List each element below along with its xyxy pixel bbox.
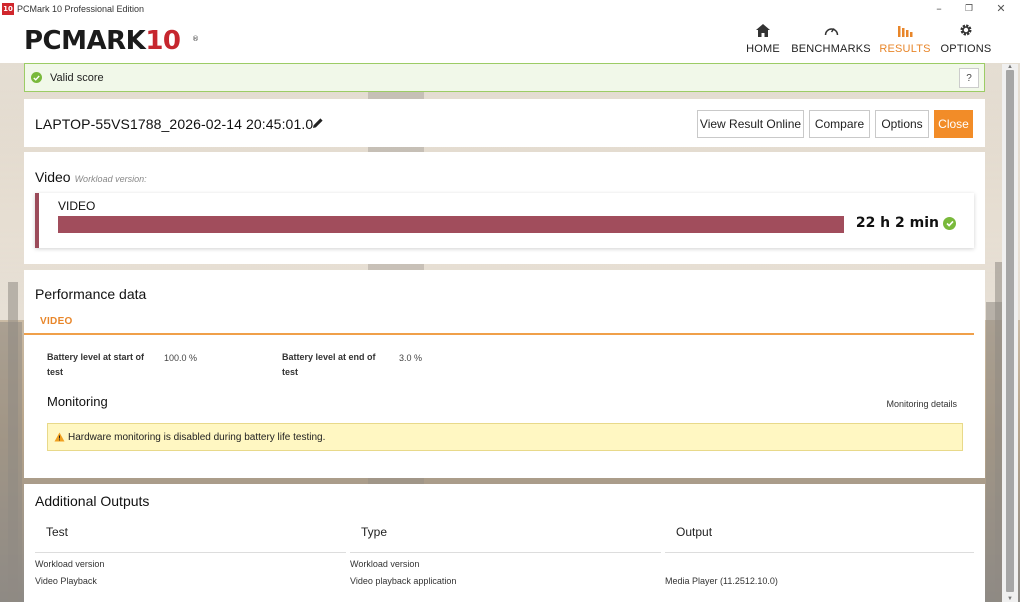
- performance-data-title: Performance data: [35, 286, 147, 302]
- column-header-output: Output: [676, 525, 713, 539]
- gear-icon: [959, 21, 973, 39]
- battery-start-label: Battery level at start of test: [47, 352, 145, 377]
- nav-options-label: OPTIONS: [940, 43, 992, 55]
- restore-button[interactable]: ❐: [954, 0, 984, 17]
- view-result-online-button[interactable]: View Result Online: [697, 110, 804, 138]
- warning-text: Hardware monitoring is disabled during b…: [68, 431, 326, 443]
- header-divider: [35, 552, 346, 553]
- video-section-title: Video Workload version:: [35, 169, 147, 185]
- monitoring-title: Monitoring: [47, 394, 108, 409]
- app-header: PCMARK10 ® HOME BENCHMARKS RESULTS OPTIO…: [0, 17, 1020, 63]
- close-window-button[interactable]: ✕: [986, 0, 1016, 17]
- help-button[interactable]: ?: [959, 68, 979, 88]
- vertical-scrollbar[interactable]: ▲ ▼: [1002, 64, 1018, 602]
- result-header-panel: LAPTOP-55VS1788_2026-02-14 20:45:01.0 Vi…: [24, 99, 985, 147]
- gauge-icon: [824, 21, 839, 39]
- battery-end-value: 3.0 %: [399, 353, 423, 363]
- column-header-test: Test: [46, 525, 69, 539]
- battery-start-value: 100.0 %: [164, 353, 198, 363]
- compare-button[interactable]: Compare: [809, 110, 870, 138]
- pencil-edit-icon[interactable]: [312, 116, 324, 134]
- column-header-type: Type: [361, 525, 388, 539]
- nav-benchmarks-label: BENCHMARKS: [791, 43, 871, 55]
- video-score-card: VIDEO 22 h 2 min: [35, 193, 974, 248]
- nav-results[interactable]: RESULTS: [879, 21, 930, 61]
- score-bar: [58, 216, 844, 233]
- nav-home[interactable]: HOME: [746, 21, 780, 61]
- pcmark-logo: PCMARK10 ®: [24, 26, 199, 56]
- window-titlebar: 10 PCMark 10 Professional Edition – ❐ ✕: [0, 0, 1020, 17]
- nav-results-label: RESULTS: [879, 43, 931, 55]
- app-icon: 10: [2, 2, 14, 15]
- table-cell: Workload version: [350, 559, 420, 569]
- nav-benchmarks[interactable]: BENCHMARKS: [791, 21, 871, 61]
- nav-home-label: HOME: [746, 43, 780, 55]
- valid-score-banner: Valid score ?: [24, 63, 985, 92]
- header-divider: [350, 552, 661, 553]
- video-score: 22 h 2 min: [856, 215, 956, 231]
- valid-score-text: Valid score: [50, 71, 104, 84]
- scrollbar-thumb[interactable]: [1006, 70, 1014, 592]
- options-button[interactable]: Options: [875, 110, 929, 138]
- tab-video[interactable]: VIDEO: [40, 316, 73, 327]
- monitoring-details-link[interactable]: Monitoring details: [886, 399, 957, 409]
- header-divider: [665, 552, 974, 553]
- score-card-label: VIDEO: [58, 199, 96, 213]
- checkmark-icon: [31, 72, 42, 83]
- window-title: PCMark 10 Professional Edition: [17, 3, 145, 14]
- table-cell: Media Player (11.2512.10.0): [665, 576, 778, 586]
- result-title: LAPTOP-55VS1788_2026-02-14 20:45:01.0: [35, 116, 314, 132]
- performance-tab-strip: VIDEO: [24, 309, 974, 335]
- home-icon: [756, 21, 770, 39]
- monitoring-warning: Hardware monitoring is disabled during b…: [47, 423, 963, 451]
- workload-version-caption: Workload version:: [74, 174, 147, 184]
- battery-end-label: Battery level at end of test: [282, 352, 376, 377]
- minimize-button[interactable]: –: [924, 0, 954, 17]
- additional-outputs-panel: Additional Outputs Test Type Output Work…: [24, 484, 985, 602]
- table-cell: Workload version: [35, 559, 105, 569]
- table-cell: Video playback application: [350, 576, 457, 586]
- bar-chart-icon: [897, 21, 913, 39]
- table-cell: Video Playback: [35, 576, 97, 586]
- performance-data-panel: Performance data VIDEO Battery level at …: [24, 270, 985, 478]
- nav-options[interactable]: OPTIONS: [940, 21, 992, 61]
- additional-outputs-title: Additional Outputs: [35, 493, 150, 509]
- close-result-button[interactable]: Close: [934, 110, 973, 138]
- video-panel: Video Workload version: VIDEO 22 h 2 min: [24, 152, 985, 264]
- checkmark-icon: [943, 216, 956, 230]
- scroll-down-arrow-icon[interactable]: ▼: [1002, 596, 1018, 602]
- warning-triangle-icon: [54, 432, 65, 442]
